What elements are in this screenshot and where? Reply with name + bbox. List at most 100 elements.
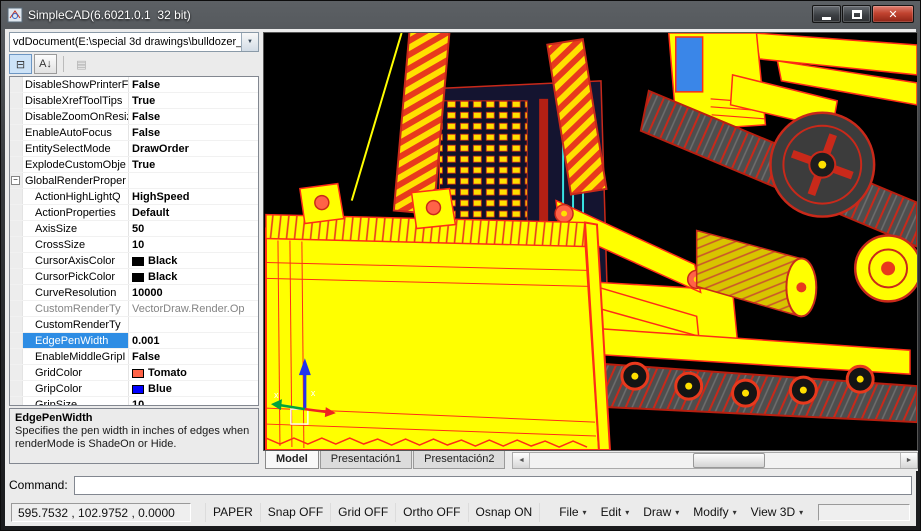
property-value: Tomato [129, 365, 258, 380]
property-pages-button[interactable]: ▤ [70, 54, 93, 74]
menu-draw[interactable]: Draw▾ [636, 503, 686, 522]
property-name: ActionProperties [23, 205, 129, 220]
collapse-toggle[interactable]: − [11, 176, 20, 185]
color-swatch [132, 369, 144, 378]
maximize-button[interactable] [842, 5, 871, 23]
property-value: Black [129, 253, 258, 268]
property-name: CursorPickColor [23, 269, 129, 284]
property-row[interactable]: ActionHighLightQHighSpeed [10, 189, 258, 205]
minimize-button[interactable] [812, 5, 841, 23]
property-value: DrawOrder [129, 141, 258, 156]
property-value: 50 [129, 221, 258, 236]
property-row[interactable]: ActionPropertiesDefault [10, 205, 258, 221]
osnap-toggle[interactable]: Osnap ON [469, 503, 541, 522]
ortho-toggle[interactable]: Ortho OFF [396, 503, 468, 522]
bulldozer-drawing: x x [264, 33, 917, 450]
property-row-selected[interactable]: EdgePenWidth0.001 [10, 333, 258, 349]
tab-model[interactable]: Model [265, 451, 319, 469]
color-swatch [132, 273, 144, 282]
command-input[interactable] [74, 476, 912, 495]
tab-presentacion1[interactable]: Presentación1 [320, 451, 412, 469]
property-name: EnableAutoFocus [23, 125, 129, 140]
property-value: Blue [129, 381, 258, 396]
property-row[interactable]: DisableXrefToolTipsTrue [10, 93, 258, 109]
property-row[interactable]: GripColorBlue [10, 381, 258, 397]
property-row[interactable]: DisableShowPrinterFFalse [10, 77, 258, 93]
title-bar: SimpleCAD(6.6021.0.1 32 bit) ✕ [1, 1, 920, 28]
property-description: EdgePenWidth Specifies the pen width in … [9, 408, 259, 464]
property-row[interactable]: EnableMiddleGripIFalse [10, 349, 258, 365]
property-name: DisableXrefToolTips [23, 93, 129, 108]
command-label: Command: [9, 478, 68, 492]
scroll-right-button[interactable]: ► [900, 453, 917, 468]
menu-modify[interactable]: Modify▾ [686, 503, 743, 522]
property-row[interactable]: CustomRenderTy [10, 317, 258, 333]
chevron-down-icon: ▾ [675, 503, 679, 522]
property-row[interactable]: GripSize10 [10, 397, 258, 406]
property-value: False [129, 349, 258, 364]
property-row[interactable]: CurveResolution10000 [10, 285, 258, 301]
property-name: ExplodeCustomObje [23, 157, 129, 172]
property-row[interactable]: EnableAutoFocusFalse [10, 125, 258, 141]
chevron-down-icon: ▾ [733, 503, 737, 522]
property-value: 10 [129, 397, 258, 406]
property-row[interactable]: CrossSize10 [10, 237, 258, 253]
paper-mode-toggle[interactable]: PAPER [205, 503, 261, 522]
property-toolbar: ⊟ A↓ ▤ [9, 52, 259, 76]
alphabetical-sort-button[interactable]: A↓ [34, 54, 57, 74]
property-value [129, 317, 258, 332]
property-row[interactable]: ExplodeCustomObjeTrue [10, 157, 258, 173]
description-title: EdgePenWidth [15, 412, 253, 424]
object-selector[interactable]: vdDocument(E:\special 3d drawings\bulldo… [9, 32, 259, 52]
property-category-row[interactable]: −GlobalRenderProper [10, 173, 258, 189]
snap-toggle[interactable]: Snap OFF [261, 503, 331, 522]
app-window: SimpleCAD(6.6021.0.1 32 bit) ✕ vdDocumen… [0, 0, 921, 531]
property-value: False [129, 125, 258, 140]
svg-text:x: x [274, 390, 279, 400]
property-value: Black [129, 269, 258, 284]
scroll-left-button[interactable]: ◄ [513, 453, 530, 468]
property-value: Default [129, 205, 258, 220]
scrollbar-thumb[interactable] [693, 453, 765, 468]
property-row[interactable]: EntitySelectModeDrawOrder [10, 141, 258, 157]
chevron-down-icon: ▾ [799, 503, 803, 522]
command-line: Command: [5, 473, 916, 497]
coordinates-display: 595.7532 , 102.9752 , 0.0000 [11, 503, 191, 522]
layout-tab-bar: Model Presentación1 Presentación2 ◄ ► [263, 451, 918, 471]
maximize-icon [852, 10, 862, 19]
property-name: GripSize [23, 397, 129, 406]
menu-view3d[interactable]: View 3D▾ [744, 503, 810, 522]
categorized-button[interactable]: ⊟ [9, 54, 32, 74]
property-name: GridColor [23, 365, 129, 380]
property-value: False [129, 109, 258, 124]
property-row[interactable]: CursorAxisColorBlack [10, 253, 258, 269]
client-area: vdDocument(E:\special 3d drawings\bulldo… [5, 29, 916, 526]
property-value: 10000 [129, 285, 258, 300]
toolbar-separator [63, 56, 64, 72]
menu-file[interactable]: File▾ [552, 503, 593, 522]
window-controls: ✕ [812, 5, 914, 23]
drawing-viewport[interactable]: x x [263, 32, 918, 451]
horizontal-scrollbar[interactable]: ◄ ► [512, 452, 918, 469]
menu-edit[interactable]: Edit▾ [594, 503, 637, 522]
svg-text:x: x [311, 388, 316, 398]
property-value: VectorDraw.Render.Op [129, 301, 258, 316]
property-row[interactable]: DisableZoomOnResizFalse [10, 109, 258, 125]
property-row[interactable]: GridColorTomato [10, 365, 258, 381]
window-title: SimpleCAD(6.6021.0.1 32 bit) [28, 8, 191, 22]
property-name: GlobalRenderProper [23, 173, 129, 188]
property-row[interactable]: CustomRenderTyVectorDraw.Render.Op [10, 301, 258, 317]
scrollbar-track[interactable] [530, 453, 900, 468]
property-value: 10 [129, 237, 258, 252]
property-name: CrossSize [23, 237, 129, 252]
property-row[interactable]: AxisSize50 [10, 221, 258, 237]
grid-toggle[interactable]: Grid OFF [331, 503, 396, 522]
color-swatch [132, 385, 144, 394]
property-name: GripColor [23, 381, 129, 396]
close-button[interactable]: ✕ [872, 5, 914, 23]
property-name: ActionHighLightQ [23, 189, 129, 204]
tab-presentacion2[interactable]: Presentación2 [413, 451, 505, 469]
dropdown-arrow-icon[interactable]: ▼ [241, 33, 258, 51]
property-row[interactable]: CursorPickColorBlack [10, 269, 258, 285]
property-value [129, 173, 258, 188]
